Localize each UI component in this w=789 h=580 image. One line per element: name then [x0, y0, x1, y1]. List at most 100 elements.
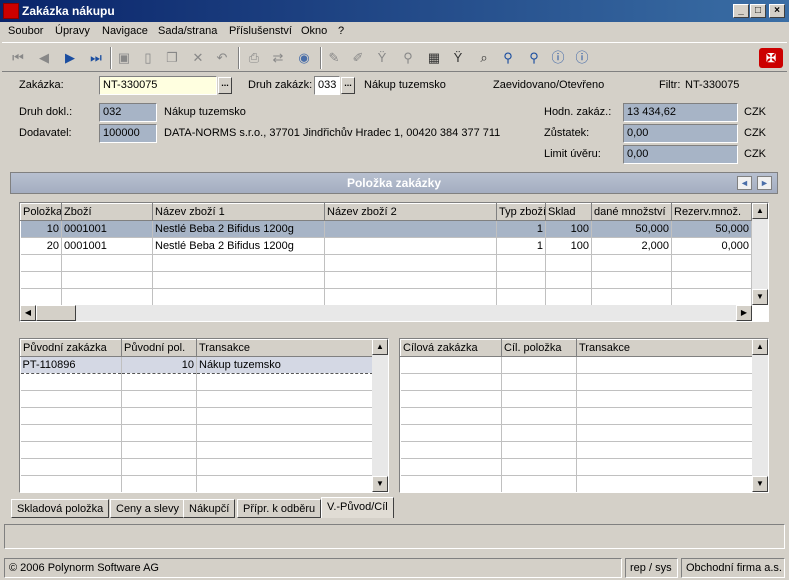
druh-zakazk-field[interactable]: 033: [314, 76, 340, 95]
tab-puvod-cil[interactable]: V.-Původ/Cíl: [321, 497, 394, 518]
search-icon[interactable]: ⚲: [498, 48, 518, 68]
calc-icon[interactable]: ▦: [424, 48, 444, 68]
origin-vscroll[interactable]: ▲ ▼: [372, 339, 388, 492]
menu-sada-strana[interactable]: Sada/strana: [158, 25, 217, 37]
scroll-up-icon[interactable]: ▲: [372, 339, 388, 355]
menu-help[interactable]: ?: [338, 25, 344, 37]
zustatek-currency: CZK: [744, 127, 766, 139]
empty-row: [20, 373, 374, 391]
info-icon[interactable]: ⓘ: [548, 48, 568, 68]
origin-header-row: Původní zakázka Původní pol. Transakce: [20, 339, 374, 357]
toolbar: ⏮ ◀ ▶ ⏭ ▣ ▯ ❐ ✕ ↶ ⎙ ⇄ ◉ ✎ ✐ Ÿ ⚲ ▦ Ÿ ⌕ ⚲ …: [2, 42, 787, 72]
table-row[interactable]: PT-110896 10 Nákup tuzemsko: [20, 356, 374, 374]
new-doc-icon[interactable]: ▯: [138, 48, 158, 68]
company-logo-icon: ✠: [759, 48, 783, 68]
edit-icon[interactable]: ✎: [324, 48, 344, 68]
items-header-row: Položka Zboží Název zboží 1 Název zboží …: [20, 203, 752, 221]
filter-icon[interactable]: Ÿ: [448, 48, 468, 68]
status-copyright: © 2006 Polynorm Software AG: [4, 558, 622, 578]
scroll-up-icon[interactable]: ▲: [752, 203, 768, 219]
dodavatel-field: 100000: [99, 124, 157, 143]
druh-zakazk-label: Druh zakázk:: [248, 79, 313, 91]
first-record-icon[interactable]: ⏮: [8, 48, 28, 68]
col-puvodni-pol[interactable]: Původní pol.: [121, 339, 197, 357]
last-record-icon[interactable]: ⏭: [86, 48, 106, 68]
scroll-down-icon[interactable]: ▼: [752, 476, 768, 492]
undo-icon[interactable]: ↶: [212, 48, 232, 68]
section-prev-button[interactable]: ◄: [737, 176, 752, 190]
zustatek-label: Zůstatek:: [544, 127, 590, 139]
next-record-icon[interactable]: ▶: [60, 48, 80, 68]
empty-row: [400, 441, 754, 459]
user-info-icon[interactable]: ⓘ: [572, 48, 592, 68]
menu-okno[interactable]: Okno: [301, 25, 327, 37]
zakazka-field[interactable]: NT-330075: [99, 76, 217, 95]
col-typ[interactable]: Typ zboží: [496, 203, 546, 221]
table-row[interactable]: 20 0001001 Nestlé Beba 2 Bifidus 1200g 1…: [20, 237, 752, 255]
print-icon[interactable]: ⎙: [244, 48, 264, 68]
scroll-down-icon[interactable]: ▼: [372, 476, 388, 492]
refresh-icon[interactable]: ◉: [294, 48, 314, 68]
menu-soubor[interactable]: Soubor: [8, 25, 43, 37]
scroll-left-icon[interactable]: ◀: [20, 305, 36, 321]
filter-edit-icon[interactable]: Ÿ: [372, 48, 392, 68]
tab-pripr-k-odberu[interactable]: Přípr. k odběru: [237, 499, 322, 518]
col-mnozstvi[interactable]: dané množství: [591, 203, 672, 221]
scroll-up-icon[interactable]: ▲: [752, 339, 768, 355]
prev-record-icon[interactable]: ◀: [34, 48, 54, 68]
section-next-button[interactable]: ►: [757, 176, 772, 190]
empty-row: [400, 458, 754, 476]
col-nazev-2[interactable]: Název zboží 2: [324, 203, 497, 221]
maximize-button[interactable]: □: [750, 4, 766, 18]
empty-row: [400, 475, 754, 492]
col-zbozi[interactable]: Zboží: [61, 203, 153, 221]
tab-nakupci[interactable]: Nákupčí: [183, 499, 236, 518]
status-company: Obchodní firma a.s.: [681, 558, 785, 578]
close-button[interactable]: ×: [769, 4, 785, 18]
col-polozka[interactable]: Položka: [20, 203, 62, 221]
col-nazev-1[interactable]: Název zboží 1: [152, 203, 325, 221]
search-advanced-icon[interactable]: ⚲: [524, 48, 544, 68]
zakazka-lookup-button[interactable]: ...: [218, 77, 232, 94]
scroll-down-icon[interactable]: ▼: [752, 289, 768, 305]
empty-row: [400, 373, 754, 391]
col-sklad[interactable]: Sklad: [545, 203, 592, 221]
filter-clear-icon[interactable]: ⚲: [398, 48, 418, 68]
hscroll-thumb[interactable]: [36, 305, 76, 321]
druh-zakazk-lookup-button[interactable]: ...: [341, 77, 355, 94]
col-cilova-zakazka[interactable]: Cílová zakázka: [400, 339, 502, 357]
target-vscroll[interactable]: ▲ ▼: [752, 339, 768, 492]
copy-icon[interactable]: ❐: [162, 48, 182, 68]
dodavatel-name: DATA-NORMS s.r.o., 37701 Jindřichův Hrad…: [164, 127, 501, 139]
limit-currency: CZK: [744, 148, 766, 160]
export-icon[interactable]: ⇄: [268, 48, 288, 68]
empty-row: [400, 424, 754, 442]
tab-skladova-polozka[interactable]: Skladová položka: [11, 499, 110, 518]
delete-icon[interactable]: ✕: [188, 48, 208, 68]
title-bar: Zakázka nákupu _ □ ×: [0, 0, 789, 22]
col-transakce[interactable]: Transakce: [196, 339, 374, 357]
pencil-icon[interactable]: ✐: [348, 48, 368, 68]
col-puvodni-zakazka[interactable]: Původní zakázka: [20, 339, 122, 357]
zustatek-field: 0,00: [623, 124, 738, 143]
table-row[interactable]: 10 0001001 Nestlé Beba 2 Bifidus 1200g 1…: [20, 220, 752, 238]
minimize-button[interactable]: _: [733, 4, 749, 18]
col-transakce[interactable]: Transakce: [576, 339, 754, 357]
empty-row: [20, 407, 374, 425]
col-rezerv[interactable]: Rezerv.množ.: [671, 203, 752, 221]
col-cil-polozka[interactable]: Cíl. položka: [501, 339, 577, 357]
section-title: Položka zakázky: [346, 176, 442, 190]
menu-prislusenstvi[interactable]: Příslušenství: [229, 25, 292, 37]
items-vscroll[interactable]: ▲ ▼: [752, 203, 768, 305]
menu-upravy[interactable]: Úpravy: [55, 25, 90, 37]
menu-navigace[interactable]: Navigace: [102, 25, 148, 37]
search-filter-icon[interactable]: ⌕: [474, 48, 494, 68]
status-text: Zaevidovano/Otevřeno: [493, 79, 605, 91]
limit-field: 0,00: [623, 145, 738, 164]
tab-ceny-a-slevy[interactable]: Ceny a slevy: [110, 499, 185, 518]
scroll-right-icon[interactable]: ▶: [736, 305, 752, 321]
save-icon[interactable]: ▣: [114, 48, 134, 68]
items-hscroll[interactable]: ◀ ▶: [20, 305, 752, 321]
hodn-field: 13 434,62: [623, 103, 738, 122]
empty-row: [20, 254, 752, 272]
